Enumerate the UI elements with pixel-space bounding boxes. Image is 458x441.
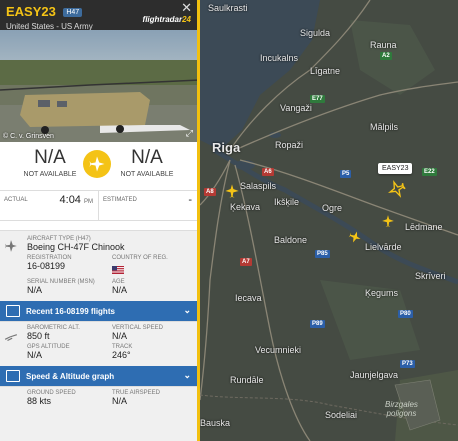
telemetry-section: BAROMETRIC ALT. 850 ft VERTICAL SPEED N/… xyxy=(0,321,197,366)
destination-code: N/A xyxy=(131,147,163,168)
road-badge: A2 xyxy=(380,52,392,60)
brand-logo: flightradar24 xyxy=(142,15,191,24)
city-label: Baldone xyxy=(274,235,308,245)
city-label: Rundāle xyxy=(230,375,264,385)
close-icon[interactable]: ✕ xyxy=(181,0,192,16)
city-label: Līgatne xyxy=(310,66,341,76)
forest-area xyxy=(350,20,435,95)
city-label: Ropaži xyxy=(275,140,304,150)
city-label: Lielvārde xyxy=(365,242,402,252)
estimated-time: ESTIMATED - xyxy=(98,191,197,220)
destination-airport[interactable]: N/A NOT AVAILABLE xyxy=(107,147,187,190)
road-badge: E22 xyxy=(422,168,437,176)
times-row: ACTUAL 4:04 PM ESTIMATED - xyxy=(0,190,197,220)
actual-time: ACTUAL 4:04 PM xyxy=(4,194,93,206)
graph-icon xyxy=(6,370,20,382)
origin-airport[interactable]: N/A NOT AVAILABLE xyxy=(10,147,90,190)
polygon-label: Birzgales poligons xyxy=(385,400,418,418)
city-label: Rauna xyxy=(370,40,397,50)
baro-alt-value: 850 ft xyxy=(27,331,50,341)
ground-speed-value: 88 kts xyxy=(27,396,52,406)
city-label: Jaunjelgava xyxy=(350,370,399,380)
gps-alt-value: N/A xyxy=(27,350,43,360)
altitude-icon xyxy=(4,334,18,342)
aircraft-icon[interactable] xyxy=(348,230,362,244)
city-label: Sigulda xyxy=(300,28,331,38)
destination-name: NOT AVAILABLE xyxy=(120,171,174,178)
photo-credit: © C. v. Grinsven xyxy=(3,133,54,140)
chevron-down-icon: ⌄ xyxy=(183,305,191,315)
registration-value: 16-08199 xyxy=(27,261,66,271)
city-label: Salaspils xyxy=(240,181,277,191)
city-label: Skrīveri xyxy=(415,271,446,281)
panel-header: EASY23 H47 United States - US Army fligh… xyxy=(0,0,197,31)
chevron-down-icon: ⌄ xyxy=(183,370,191,380)
road-badge: P80 xyxy=(398,310,413,318)
city-label: Ķekava xyxy=(230,202,261,212)
road-badge: P89 xyxy=(310,320,325,328)
selected-aircraft-icon[interactable] xyxy=(388,180,406,198)
vertical-speed-value: N/A xyxy=(112,331,128,341)
city-label: Mālpils xyxy=(370,122,399,132)
aircraft-section: AIRCRAFT TYPE (H47) Boeing CH-47F Chinoo… xyxy=(0,230,197,301)
city-label: Lēdmane xyxy=(405,222,443,232)
origin-name: NOT AVAILABLE xyxy=(23,171,77,178)
country-label: COUNTRY OF REG. xyxy=(112,255,168,261)
true-airspeed-value: N/A xyxy=(112,396,128,406)
aircraft-photo[interactable]: © C. v. Grinsven ⤢ xyxy=(0,30,197,142)
city-label: Bauska xyxy=(200,418,231,428)
city-label: Saulkrasti xyxy=(208,3,248,13)
flight-info-panel: EASY23 H47 United States - US Army fligh… xyxy=(0,0,200,441)
road-badge: P85 xyxy=(315,250,330,258)
aircraft-type-badge: H47 xyxy=(63,8,83,17)
callsign: EASY23 xyxy=(6,4,56,19)
city-label: Ķegums xyxy=(365,288,399,298)
road-badge: A8 xyxy=(204,188,216,196)
road xyxy=(234,81,458,151)
speed-section: GROUND SPEED 88 kts TRUE AIRSPEED N/A xyxy=(0,386,197,412)
us-flag-icon xyxy=(112,266,124,274)
city-label: Iecava xyxy=(235,293,262,303)
route-plane-icon xyxy=(83,150,111,178)
city-label: Ikšķile xyxy=(274,197,300,207)
road-badge: A7 xyxy=(240,258,252,266)
recent-flights-button[interactable]: Recent 16-08199 flights ⌄ xyxy=(0,301,197,321)
map-view[interactable]: Saulkrasti Incukalns Līgatne Rauna Sigul… xyxy=(200,0,458,441)
calendar-icon xyxy=(6,305,20,317)
city-label: Vangaži xyxy=(280,103,312,113)
expand-icon[interactable]: ⤢ xyxy=(186,128,193,139)
aircraft-type-value: Boeing CH-47F Chinook xyxy=(27,242,125,252)
origin-code: N/A xyxy=(34,147,66,168)
spacer xyxy=(0,220,197,230)
flight-tag[interactable]: EASY23 xyxy=(378,163,413,174)
age-value: N/A xyxy=(112,285,128,295)
aircraft-icon[interactable] xyxy=(381,214,395,228)
msn-value: N/A xyxy=(27,285,43,295)
city-label: Vecumnieki xyxy=(255,345,302,355)
speed-altitude-graph-button[interactable]: Speed & Altitude graph ⌄ xyxy=(0,366,197,386)
city-label: Sodeliai xyxy=(325,410,358,420)
city-label: Incukalns xyxy=(260,53,299,63)
road-badge: A6 xyxy=(262,168,274,176)
route-section: N/A NOT AVAILABLE N/A NOT AVAILABLE xyxy=(0,142,197,190)
aircraft-icon xyxy=(5,240,17,252)
aircraft-photo-image xyxy=(0,60,197,142)
city-label: Ogre xyxy=(322,203,343,213)
track-value: 246° xyxy=(112,350,131,360)
road-badge: E77 xyxy=(310,95,325,103)
aircraft-icon[interactable] xyxy=(224,183,240,199)
road-badge: P5 xyxy=(340,170,352,178)
city-label-capital: Riga xyxy=(212,140,241,155)
road-badge: P73 xyxy=(400,360,415,368)
